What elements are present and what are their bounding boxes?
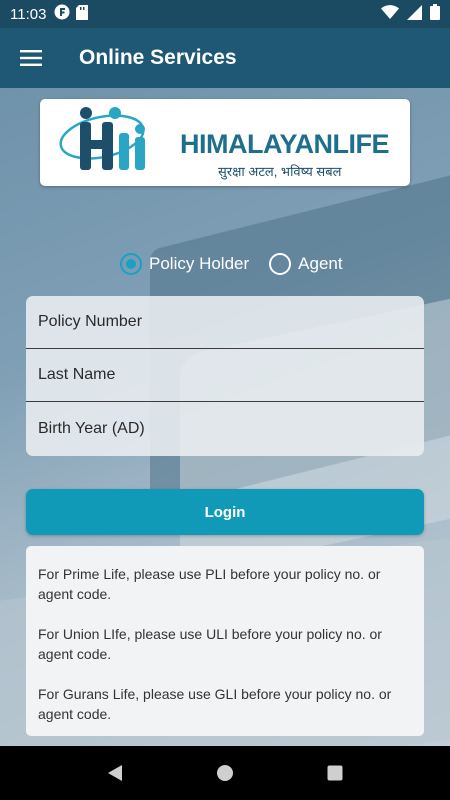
- info-card: For Prime Life, please use PLI before yo…: [26, 546, 424, 736]
- recents-icon[interactable]: [315, 753, 355, 793]
- info-prime-life: For Prime Life, please use PLI before yo…: [38, 566, 381, 602]
- battery-icon: [430, 4, 440, 24]
- page-title: Online Services: [79, 46, 237, 69]
- login-content: HIMALAYANLIFE सुरक्षा अटल, भविष्य सबल Po…: [0, 88, 450, 746]
- sd-card-icon: [76, 4, 89, 24]
- app-f-icon: [54, 4, 70, 24]
- info-gurans-life: For Gurans Life, please use GLI before y…: [38, 686, 392, 722]
- status-bar: 11:03: [0, 0, 450, 28]
- login-type-radio-group: Policy Holder Agent: [120, 253, 363, 275]
- radio-unselected-icon: [269, 253, 292, 275]
- policy-number-field-row: [26, 296, 424, 349]
- back-icon[interactable]: [95, 753, 135, 793]
- logo-brand-text: HIMALAYANLIFE: [180, 129, 390, 159]
- radio-policy-holder[interactable]: Policy Holder: [120, 253, 249, 275]
- login-form: [26, 296, 424, 456]
- home-icon[interactable]: [205, 753, 245, 793]
- last-name-input[interactable]: [38, 366, 424, 384]
- radio-selected-icon: [120, 253, 142, 275]
- hamburger-menu-icon[interactable]: [0, 28, 62, 88]
- status-time: 11:03: [10, 5, 47, 23]
- app-bar: Online Services: [0, 28, 450, 88]
- birth-year-field-row: [26, 402, 424, 455]
- logo-tagline: सुरक्षा अटल, भविष्य सबल: [218, 164, 342, 179]
- signal-icon: [407, 4, 422, 24]
- system-nav-bar: [0, 746, 450, 800]
- radio-agent-label: Agent: [298, 254, 343, 273]
- login-button[interactable]: Login: [26, 489, 424, 535]
- policy-number-input[interactable]: [38, 313, 424, 331]
- radio-policy-holder-label: Policy Holder: [149, 254, 250, 273]
- radio-agent[interactable]: Agent: [269, 253, 343, 275]
- birth-year-input[interactable]: [38, 419, 424, 438]
- last-name-field-row: [26, 349, 424, 402]
- himalayan-life-logo-icon: [40, 99, 160, 186]
- logo-card: HIMALAYANLIFE सुरक्षा अटल, भविष्य सबल: [40, 99, 410, 186]
- info-union-life: For Union LIfe, please use ULI before yo…: [38, 626, 382, 662]
- wifi-icon: [381, 5, 399, 23]
